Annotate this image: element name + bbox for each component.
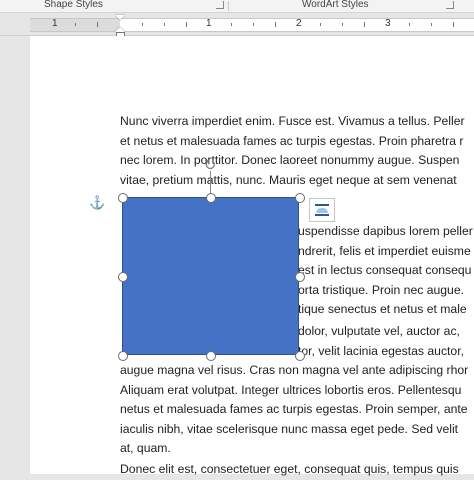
horizontal-ruler[interactable]: 1 1 2 3	[0, 13, 474, 38]
first-line-indent-marker[interactable]	[115, 15, 125, 20]
text-line: Aliquam erat volutpat. Integer ultrices …	[120, 382, 462, 397]
ruler-number: 3	[385, 18, 391, 29]
text-line: tor, velit lacinia egestas auctor,	[298, 343, 464, 358]
resize-handle-top[interactable]	[206, 193, 216, 203]
text-line: dolor, vulputate vel, auctor ac,	[298, 324, 460, 338]
resize-handle-top-left[interactable]	[118, 193, 128, 203]
resize-handle-right[interactable]	[295, 272, 305, 282]
rotate-icon[interactable]: ↻	[202, 158, 218, 174]
text-line: est in lectus consequat consequ	[298, 263, 472, 277]
text-line: vitae, pretium mattis, nunc. Mauris eget…	[120, 172, 457, 187]
text-line: uspendisse dapibus lorem peller	[298, 224, 473, 238]
text-line: tique senectus et netus et male	[298, 302, 467, 316]
ruler-tick	[453, 22, 454, 27]
ruler-number: 1	[52, 18, 58, 29]
text-line: Nunc viverra imperdiet enim. Fusce est. …	[120, 114, 465, 128]
layout-options-button[interactable]	[309, 198, 335, 222]
layout-options-icon-part	[316, 208, 328, 213]
ruler-tick	[409, 23, 410, 26]
text-line: augue magna vel risus. Cras non magna ve…	[120, 363, 469, 377]
wordart-styles-launcher-icon[interactable]	[446, 1, 454, 9]
ruler-tick	[231, 23, 232, 26]
group-separator	[228, 1, 229, 11]
ruler-tick	[431, 23, 432, 26]
resize-handle-left[interactable]	[118, 272, 128, 282]
text-line: ndrerit, felis et imperdiet euisme	[298, 243, 471, 258]
resize-handle-bottom-left[interactable]	[118, 351, 128, 361]
ribbon-group-strip: Shape Styles WordArt Styles	[0, 0, 474, 13]
resize-handle-bottom-right[interactable]	[295, 351, 305, 361]
resize-handle-top-right[interactable]	[295, 193, 305, 203]
ruler-tick	[164, 23, 165, 26]
text-line: iaculis nibh, vitae scelerisque nunc mas…	[120, 421, 459, 436]
text-line: et netus et malesuada fames ac turpis eg…	[120, 133, 464, 148]
ruler-tick	[253, 23, 254, 26]
paragraph[interactable]: Donec elit est, consectetuer eget, conse…	[120, 460, 474, 480]
shape-styles-launcher-icon[interactable]	[216, 1, 224, 9]
ruler-tick	[75, 23, 76, 26]
text-line: nec lorem. In porttitor. Donec laoreet n…	[120, 153, 460, 167]
ruler-tick	[142, 23, 143, 26]
shape-styles-group-label: Shape Styles	[44, 0, 103, 10]
ruler-tick	[97, 22, 98, 27]
ruler-tick	[364, 22, 365, 27]
anchor-icon[interactable]: ⚓	[89, 195, 105, 211]
ruler-tick	[186, 22, 187, 27]
ruler-tick	[320, 23, 321, 26]
text-line: netus et malesuada fames ac turpis egest…	[120, 402, 468, 416]
rectangle-shape[interactable]	[122, 197, 299, 355]
ruler-tick	[342, 23, 343, 26]
ruler-number: 1	[206, 18, 212, 29]
paragraph[interactable]: augue magna vel risus. Cras non magna ve…	[120, 361, 474, 459]
layout-options-icon-part	[315, 214, 329, 216]
wordart-styles-group-label: WordArt Styles	[302, 0, 369, 10]
rotation-connector	[210, 171, 211, 193]
paragraph[interactable]: uspendisse dapibus lorem peller ndrerit,…	[298, 222, 474, 320]
text-line: at, quam.	[120, 441, 171, 455]
paragraph-wrap[interactable]: dolor, vulputate vel, auctor ac, tor, ve…	[298, 322, 474, 361]
text-line: orta tristique. Proin nec augue.	[298, 282, 464, 297]
ruler-number: 2	[296, 18, 302, 29]
paragraph[interactable]: Nunc viverra imperdiet enim. Fusce est. …	[120, 112, 474, 190]
text-line: Donec elit est, consectetuer eget, conse…	[120, 462, 459, 476]
ruler-tick	[275, 22, 276, 27]
resize-handle-bottom[interactable]	[206, 351, 216, 361]
layout-options-icon	[315, 204, 329, 206]
